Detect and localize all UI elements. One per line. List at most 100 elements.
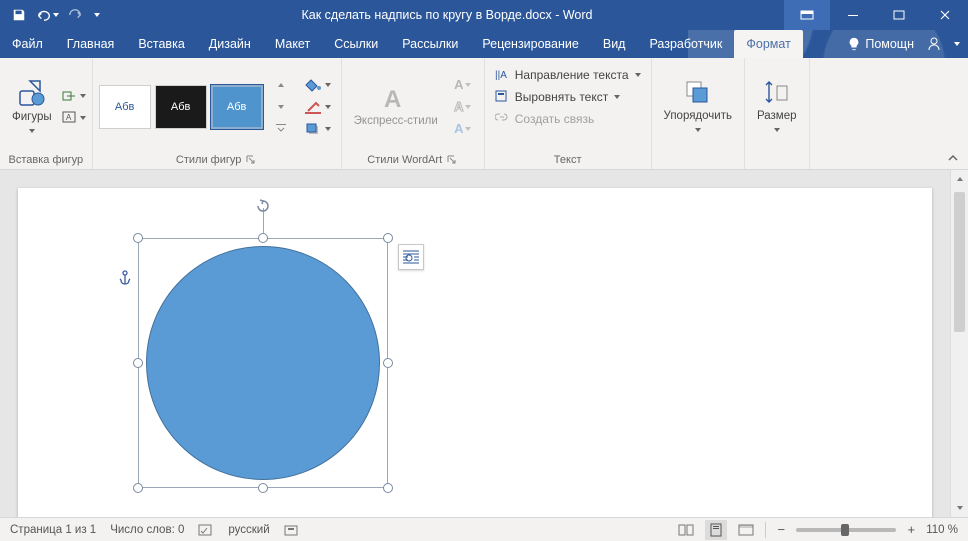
zoom-slider-knob[interactable] [841, 524, 849, 536]
undo-button[interactable] [34, 2, 60, 28]
shape-styles-launcher[interactable] [245, 154, 257, 166]
status-page[interactable]: Страница 1 из 1 [10, 524, 96, 536]
tab-file[interactable]: Файл [0, 30, 55, 58]
collapse-ribbon-button[interactable] [944, 149, 962, 167]
create-link-button[interactable]: Создать связь [491, 108, 645, 130]
document-viewport[interactable] [0, 170, 950, 517]
shape-fill-button[interactable] [301, 75, 335, 95]
ribbon-display-button[interactable] [784, 0, 830, 30]
text-fill-button[interactable]: A [448, 75, 478, 95]
resize-handle-bl[interactable] [133, 483, 143, 493]
edit-shape-icon [62, 89, 78, 103]
view-print-button[interactable] [705, 520, 727, 540]
rotate-handle[interactable] [255, 198, 271, 214]
selected-shape[interactable] [138, 238, 388, 488]
size-button[interactable]: Размер [751, 74, 803, 139]
group-label-wordart: Стили WordArt [367, 154, 442, 166]
launcher-icon [447, 155, 457, 165]
group-shape-styles: Абв Абв Абв Стили фигур [93, 58, 342, 169]
rotate-icon [255, 198, 271, 214]
style-gallery-down[interactable] [269, 97, 293, 117]
tab-format[interactable]: Формат [734, 30, 802, 58]
minimize-button[interactable] [830, 0, 876, 30]
tab-mailings[interactable]: Рассылки [390, 30, 470, 58]
scroll-down-button[interactable] [951, 499, 968, 517]
zoom-in-button[interactable]: + [904, 522, 918, 537]
shape-effects-button[interactable] [301, 119, 335, 139]
zoom-level[interactable]: 110 % [926, 524, 958, 536]
scroll-thumb[interactable] [954, 192, 965, 332]
text-direction-button[interactable]: ||A Направление текста [491, 64, 645, 86]
group-text: ||A Направление текста Выровнять текст С… [485, 58, 652, 169]
status-spellcheck[interactable] [198, 523, 214, 537]
svg-text:A: A [384, 86, 401, 113]
shape-style-3[interactable]: Абв [211, 85, 263, 129]
share-button[interactable] [924, 34, 944, 54]
save-button[interactable] [6, 2, 32, 28]
effects-icon [305, 122, 323, 136]
wordart-launcher[interactable] [446, 154, 458, 166]
save-icon [12, 8, 26, 22]
quick-styles-button[interactable]: A Экспресс-стили [348, 81, 444, 132]
style-gallery-up[interactable] [269, 75, 293, 95]
resize-handle-r[interactable] [383, 358, 393, 368]
size-label: Размер [757, 110, 797, 122]
view-web-button[interactable] [735, 520, 757, 540]
shapes-gallery-button[interactable]: Фигуры [6, 73, 58, 140]
oval-shape[interactable] [146, 246, 380, 480]
arrange-button[interactable]: Упорядочить [658, 74, 738, 139]
tell-me-label: Помощн [865, 37, 914, 51]
status-word-count[interactable]: Число слов: 0 [110, 524, 184, 536]
layout-options-icon [402, 249, 420, 265]
close-button[interactable] [922, 0, 968, 30]
quick-styles-label: Экспресс-стили [354, 115, 438, 128]
scroll-track[interactable] [951, 188, 968, 499]
resize-handle-tr[interactable] [383, 233, 393, 243]
layout-options-button[interactable] [398, 244, 424, 270]
anchor-icon [118, 270, 132, 289]
vertical-scrollbar[interactable] [950, 170, 968, 517]
text-effects-button[interactable]: A [448, 119, 478, 139]
scroll-up-button[interactable] [951, 170, 968, 188]
tab-home[interactable]: Главная [55, 30, 127, 58]
ribbon-display-icon [800, 10, 814, 20]
edit-shape-button[interactable] [62, 86, 86, 106]
tab-developer[interactable]: Разработчик [637, 30, 734, 58]
shape-style-2[interactable]: Абв [155, 85, 207, 129]
redo-button[interactable] [62, 2, 88, 28]
zoom-out-button[interactable]: − [774, 522, 788, 537]
spellcheck-icon [198, 523, 214, 537]
view-read-button[interactable] [675, 520, 697, 540]
tab-review[interactable]: Рецензирование [470, 30, 591, 58]
text-direction-label: Направление текста [515, 68, 629, 82]
status-language[interactable]: русский [228, 524, 269, 536]
shape-outline-button[interactable] [301, 97, 335, 117]
quick-access-toolbar [0, 2, 110, 28]
style-gallery-more[interactable] [269, 119, 293, 139]
maximize-button[interactable] [876, 0, 922, 30]
maximize-icon [893, 9, 905, 21]
document-page[interactable] [18, 188, 932, 517]
tab-references[interactable]: Ссылки [322, 30, 390, 58]
group-label-text: Текст [485, 151, 651, 169]
align-text-button[interactable]: Выровнять текст [491, 86, 645, 108]
undo-icon [36, 8, 52, 22]
text-box-button[interactable]: A [62, 108, 86, 128]
tab-insert[interactable]: Вставка [126, 30, 196, 58]
status-macro[interactable] [284, 523, 298, 537]
resize-handle-l[interactable] [133, 358, 143, 368]
more-icon [276, 124, 286, 134]
shape-style-1[interactable]: Абв [99, 85, 151, 129]
resize-handle-t[interactable] [258, 233, 268, 243]
resize-handle-tl[interactable] [133, 233, 143, 243]
text-outline-button[interactable]: A [448, 97, 478, 117]
resize-handle-b[interactable] [258, 483, 268, 493]
tab-view[interactable]: Вид [591, 30, 638, 58]
tell-me-search[interactable]: Помощн [847, 37, 914, 51]
window-controls [784, 0, 968, 30]
tab-layout[interactable]: Макет [263, 30, 322, 58]
resize-handle-br[interactable] [383, 483, 393, 493]
align-text-label: Выровнять текст [515, 90, 608, 104]
zoom-slider[interactable] [796, 528, 896, 532]
tab-design[interactable]: Дизайн [197, 30, 263, 58]
